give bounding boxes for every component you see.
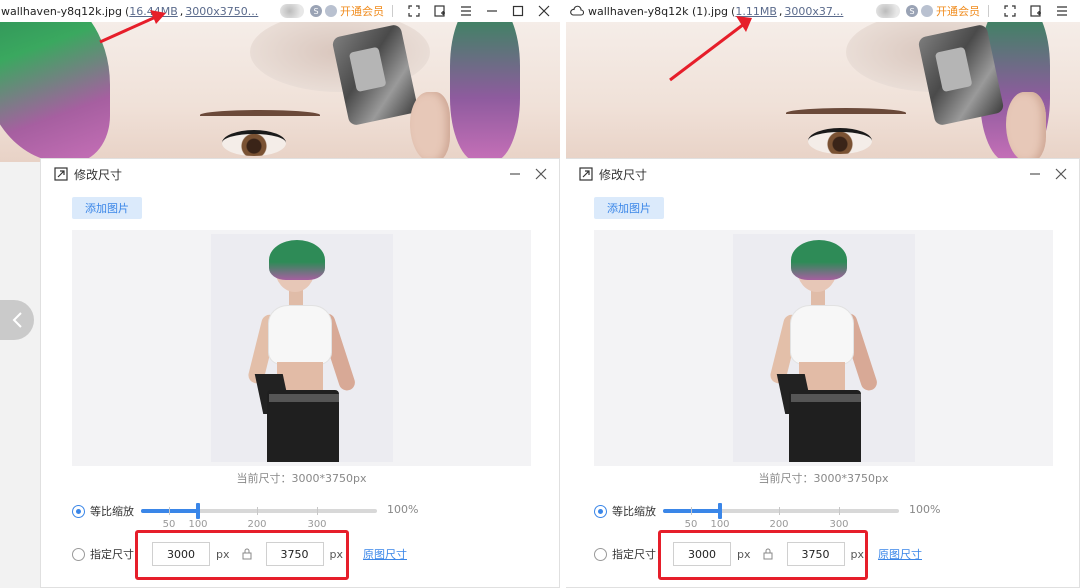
chevron-left-icon: [12, 312, 22, 328]
divider: [988, 5, 989, 17]
avatar[interactable]: [280, 4, 304, 18]
title-bar: wallhaven-y8q12k.jpg ( 16.44MB , 3000x37…: [0, 0, 560, 22]
resize-dialog: 修改尺寸 添加图片 当前尺寸：3000*3750px 等比缩放 50 100 2…: [40, 158, 560, 588]
dialog-close-icon[interactable]: [533, 166, 549, 182]
title-bar: wallhaven-y8q12k (1).jpg ( 1.11MB , 3000…: [566, 0, 1080, 22]
proportional-label: 等比缩放: [90, 505, 134, 518]
scale-max-label: 100%: [387, 503, 419, 516]
original-size-link[interactable]: 原图尺寸: [878, 546, 922, 562]
open-vip-link[interactable]: 开通会员: [340, 3, 384, 19]
image-thumbnail-area: [594, 230, 1053, 466]
image-thumbnail-area: [72, 230, 531, 466]
previous-image-button[interactable]: [0, 300, 34, 340]
proportional-radio[interactable]: [72, 504, 85, 518]
specify-size-radio[interactable]: [594, 547, 607, 561]
divider: [392, 5, 393, 17]
proportional-scale-option[interactable]: 等比缩放: [594, 503, 656, 519]
tick-label: 300: [829, 519, 849, 530]
current-size-text: 当前尺寸：3000*3750px: [758, 472, 889, 485]
menu-icon[interactable]: [1054, 3, 1070, 19]
tick-label: 200: [247, 519, 267, 530]
specify-size-label: 指定尺寸: [90, 548, 134, 561]
dimensions-link[interactable]: 3000x37...: [784, 5, 843, 18]
image-preview-background: [566, 22, 1080, 162]
diamond-icon: [325, 5, 337, 17]
cloud-icon: [570, 4, 584, 18]
image-thumbnail: [733, 234, 915, 462]
add-image-button[interactable]: 添加图片: [72, 197, 142, 219]
tick-label: 50: [684, 519, 698, 530]
tick-label: 100: [710, 519, 730, 530]
image-preview-background: [0, 22, 560, 162]
add-image-button[interactable]: 添加图片: [594, 197, 664, 219]
proportional-scale-option[interactable]: 等比缩放: [72, 503, 134, 519]
original-size-link[interactable]: 原图尺寸: [363, 546, 407, 562]
close-icon[interactable]: [536, 3, 552, 19]
dialog-header: 修改尺寸: [41, 159, 559, 189]
dialog-minimize-icon[interactable]: [1027, 166, 1043, 182]
dialog-minimize-icon[interactable]: [507, 166, 523, 182]
resize-icon: [579, 167, 593, 181]
dialog-header: 修改尺寸: [566, 159, 1079, 189]
svip-icon: S: [906, 5, 918, 17]
resize-icon: [54, 167, 68, 181]
tick-label: 300: [307, 519, 327, 530]
annotation-arrow: [99, 10, 166, 44]
proportional-label: 等比缩放: [612, 505, 656, 518]
image-viewer-window-left: wallhaven-y8q12k.jpg ( 16.44MB , 3000x37…: [0, 0, 560, 588]
tick-label: 100: [188, 519, 208, 530]
pin-window-icon[interactable]: [432, 3, 448, 19]
current-size-text: 当前尺寸：3000*3750px: [236, 472, 367, 485]
specify-size-radio[interactable]: [72, 547, 85, 561]
proportional-radio[interactable]: [594, 504, 607, 518]
slider-thumb[interactable]: [718, 503, 722, 519]
fullscreen-icon[interactable]: [1002, 3, 1018, 19]
fullscreen-icon[interactable]: [406, 3, 422, 19]
dialog-title: 修改尺寸: [74, 167, 123, 182]
maximize-icon[interactable]: [510, 3, 526, 19]
avatar[interactable]: [876, 4, 900, 18]
dialog-close-icon[interactable]: [1053, 166, 1069, 182]
separator: ,: [778, 4, 783, 18]
highlight-box: [135, 530, 349, 580]
annotation-arrow: [669, 16, 752, 82]
image-thumbnail: [211, 234, 393, 462]
tick-label: 50: [162, 519, 176, 530]
scale-max-label: 100%: [909, 503, 941, 516]
svip-icon: S: [310, 5, 322, 17]
dialog-title: 修改尺寸: [599, 167, 648, 182]
separator: ,: [179, 4, 184, 18]
image-viewer-window-right: wallhaven-y8q12k (1).jpg ( 1.11MB , 3000…: [566, 0, 1080, 588]
slider-thumb[interactable]: [196, 503, 200, 519]
highlight-box: [658, 530, 868, 580]
open-vip-link[interactable]: 开通会员: [936, 3, 980, 19]
minimize-icon[interactable]: [484, 3, 500, 19]
diamond-icon: [921, 5, 933, 17]
resize-dialog: 修改尺寸 添加图片 当前尺寸：3000*3750px 等比缩放 50 100 2…: [566, 158, 1080, 588]
menu-icon[interactable]: [458, 3, 474, 19]
tick-label: 200: [769, 519, 789, 530]
dimensions-link[interactable]: 3000x3750...: [185, 5, 258, 18]
pin-window-icon[interactable]: [1028, 3, 1044, 19]
